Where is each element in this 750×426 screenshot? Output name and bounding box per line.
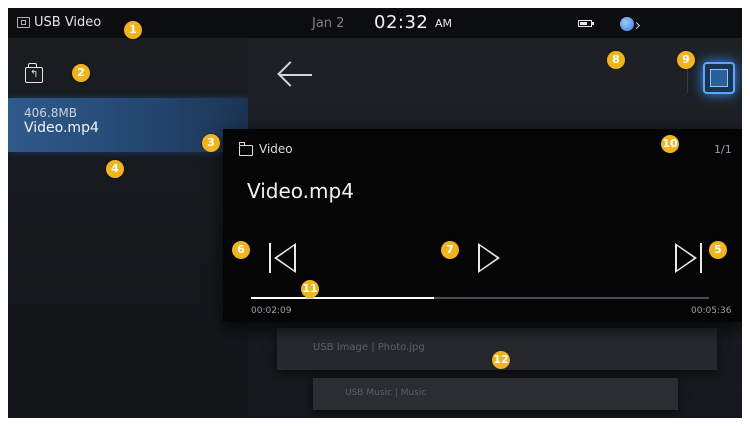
callout-badge: 3 <box>202 134 220 152</box>
video-player-card: Video 1/1 Video.mp4 00:02:09 00:05:36 <box>223 129 742 322</box>
previous-button[interactable] <box>267 241 299 275</box>
callout-badge: 2 <box>72 64 90 82</box>
callout-badge: 7 <box>441 241 459 259</box>
callout-badge: 11 <box>301 280 319 298</box>
next-triangle-inner <box>677 246 694 270</box>
folder-up-icon: ↰ <box>30 69 39 80</box>
play-triangle-inner <box>480 246 497 270</box>
source-card-music[interactable]: USB Music | Music <box>313 378 678 410</box>
folder-icon <box>239 142 253 156</box>
toolbar-divider <box>687 67 688 93</box>
item-size: 406.8MB <box>24 106 77 120</box>
page-count: 1/1 <box>714 143 732 156</box>
screen-view-button[interactable] <box>703 62 735 94</box>
track-title: Video.mp4 <box>247 179 354 203</box>
network-globe-icon <box>620 17 634 31</box>
item-name: Video.mp4 <box>24 120 99 136</box>
folder-label: Video <box>259 142 293 156</box>
file-list-panel: ↰ 406.8MB Video.mp4 <box>8 38 249 418</box>
prev-triangle-inner <box>277 246 294 270</box>
back-arrow-head <box>277 61 303 87</box>
status-bar: USB Video Jan 2 02:32 AM <box>8 8 742 38</box>
play-button[interactable] <box>476 241 504 275</box>
back-button[interactable] <box>277 61 314 89</box>
card-label: USB Music | Music <box>345 388 427 398</box>
callout-badge: 12 <box>492 351 510 369</box>
callout-badge: 4 <box>106 160 124 178</box>
next-bar <box>700 243 702 273</box>
callout-badge: 10 <box>661 135 679 153</box>
callout-badge: 1 <box>124 21 142 39</box>
clock-ampm: AM <box>435 17 453 30</box>
total-duration: 00:05:36 <box>691 306 732 316</box>
callout-badge: 6 <box>232 241 250 259</box>
usb-video-icon <box>17 17 30 28</box>
card-label: USB Image | Photo.jpg <box>313 342 425 353</box>
head-unit-screen: USB Video Jan 2 02:32 AM ↰ 406.8MB Video… <box>8 8 742 418</box>
battery-icon <box>578 20 594 27</box>
callout-badge: 5 <box>709 241 727 259</box>
clock-time: 02:32 <box>374 12 429 33</box>
skip-previous-icon <box>269 243 271 273</box>
elapsed-time: 00:02:09 <box>251 306 292 316</box>
callout-badge: 8 <box>607 51 625 69</box>
date-text: Jan 2 <box>312 16 345 31</box>
callout-badge: 9 <box>677 51 695 69</box>
progress-fill <box>251 297 435 299</box>
progress-bar[interactable] <box>251 297 709 299</box>
folder-up-button[interactable]: ↰ <box>25 63 43 83</box>
next-button[interactable] <box>673 241 705 275</box>
source-label: USB Video <box>34 15 102 30</box>
